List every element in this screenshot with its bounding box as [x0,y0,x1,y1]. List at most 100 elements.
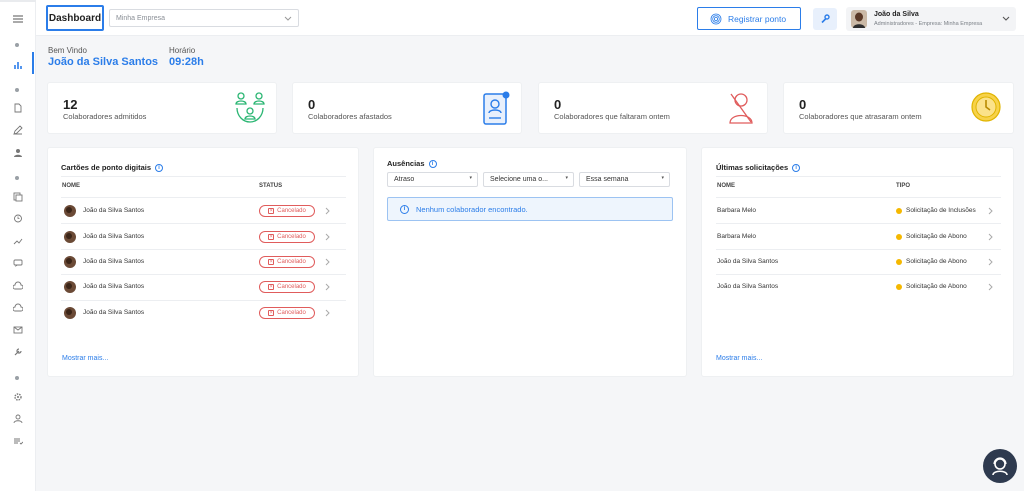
status-badge: × Cancelado [259,205,315,217]
cancel-box-icon: × [268,284,275,290]
divider [716,223,1001,224]
info-icon[interactable]: i [428,159,437,168]
tools-icon[interactable] [0,345,36,359]
divider [716,176,1001,177]
id-badge-icon [483,91,510,125]
period-select[interactable]: Essa semana ▾ [579,172,670,187]
show-more-link[interactable]: Mostrar mais... [716,355,762,362]
info-icon[interactable]: i [155,163,164,172]
menu-icon[interactable] [0,12,36,26]
settings-icon[interactable] [0,390,36,404]
absence-type-select[interactable]: Atraso ▾ [387,172,478,187]
column-header-name: NOME [717,183,735,189]
requests-title-text: Últimas solicitações [716,163,789,172]
time-label: Horário [169,46,196,55]
employee-name: João da Silva Santos [83,233,145,240]
caret-down-icon: ▾ [469,175,472,181]
chevron-right-icon[interactable] [988,207,994,215]
stat-value: 0 [554,97,562,112]
support-agent-icon [992,457,1008,476]
info-icon[interactable]: i [792,163,801,172]
chevron-down-icon[interactable] [1002,14,1010,22]
topbar: Dashboard Minha Empresa Registrar ponto … [36,0,1024,36]
divider [61,223,346,224]
document-icon[interactable] [0,101,36,115]
divider [61,274,346,275]
dashboard-button[interactable]: Dashboard [46,5,104,31]
greeting-name: João da Silva Santos [48,56,159,68]
chat-icon[interactable] [0,256,36,270]
user-menu[interactable]: João da Silva Administradores - Empresa:… [846,7,1016,31]
avatar [64,256,76,268]
pending-dot-icon [896,234,902,240]
request-type: Solicitação de Abono [906,233,967,240]
chevron-right-icon[interactable] [325,233,331,241]
employee-name: João da Silva Santos [83,207,145,214]
stat-card-late: 0 Colaboradores que atrasaram ontem [784,83,1013,133]
pending-dot-icon [896,284,902,290]
list-check-icon[interactable] [0,434,36,448]
cloud-upload-icon[interactable] [0,279,36,293]
chevron-right-icon[interactable] [988,258,994,266]
absence-option-value: Selecione uma o... [490,176,548,183]
greeting-label: Bem Vindo [48,46,87,55]
chevron-right-icon[interactable] [325,309,331,317]
chevron-right-icon[interactable] [325,283,331,291]
empty-state-message: Nenhum colaborador encontrado. [416,204,528,214]
divider [716,249,1001,250]
cloud-download-icon[interactable] [0,301,36,315]
user-icon[interactable] [0,146,36,160]
pen-icon[interactable] [0,123,36,137]
column-header-name: NOME [62,183,80,189]
requester-name: João da Silva Santos [717,283,779,290]
stat-label: Colaboradores que faltaram ontem [554,112,670,121]
sidebar [0,0,36,491]
profile-icon[interactable] [0,412,36,426]
mail-icon[interactable] [0,323,36,337]
trend-line-icon[interactable] [0,234,36,248]
stat-label: Colaboradores que atrasaram ontem [799,112,922,121]
fingerprint-icon [710,13,722,25]
request-type: Solicitação de Inclusões [906,207,976,214]
avatar [64,307,76,319]
copy-icon[interactable] [0,190,36,204]
status-text: Cancelado [277,208,306,214]
request-type: Solicitação de Abono [906,258,967,265]
absence-option-select[interactable]: Selecione uma o... ▾ [483,172,574,187]
cancel-box-icon: × [268,310,275,316]
info-icon: i [400,205,409,214]
employee-name: João da Silva Santos [83,258,145,265]
divider [61,197,346,198]
alarm-clock-icon[interactable] [0,211,36,225]
stat-label: Colaboradores admitidos [63,112,147,121]
avatar [64,281,76,293]
people-network-icon [235,92,265,123]
chevron-right-icon[interactable] [325,258,331,266]
chevron-right-icon[interactable] [988,233,994,241]
status-badge: × Cancelado [259,231,315,243]
divider [61,249,346,250]
company-select[interactable]: Minha Empresa [109,9,299,27]
tools-button[interactable] [813,8,837,30]
show-more-link[interactable]: Mostrar mais... [62,355,108,362]
stat-value: 0 [308,97,316,112]
status-text: Cancelado [277,310,306,316]
stat-card-leave: 0 Colaboradores afastados [293,83,521,133]
section-dot [15,176,19,180]
status-text: Cancelado [277,284,306,290]
employee-name: João da Silva Santos [83,283,145,290]
chevron-right-icon[interactable] [988,283,994,291]
period-value: Essa semana [586,176,629,183]
clock-coin-icon [971,92,1001,122]
avatar [64,205,76,217]
register-punch-button[interactable]: Registrar ponto [697,7,801,30]
support-button[interactable] [983,449,1017,483]
status-badge: × Cancelado [259,307,315,319]
caret-down-icon: ▾ [565,175,568,181]
chevron-right-icon[interactable] [325,207,331,215]
avatar [64,231,76,243]
divider [716,274,1001,275]
chevron-down-icon [284,16,292,21]
divider [61,176,346,177]
dashboard-chart-icon[interactable] [0,58,36,72]
